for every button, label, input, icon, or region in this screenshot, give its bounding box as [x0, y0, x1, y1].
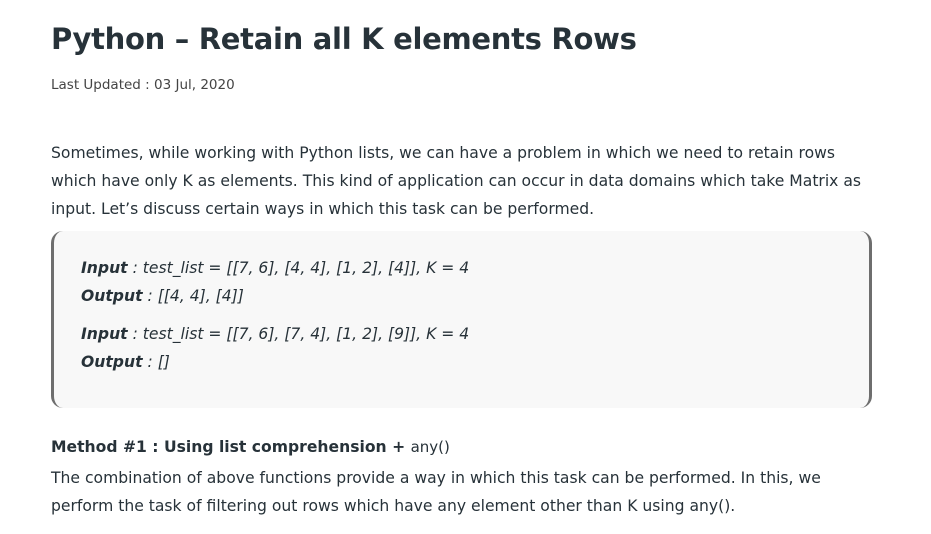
output-value: : [[4, 4], [4]]: [142, 287, 244, 305]
input-value: : test_list = [[7, 6], [4, 4], [1, 2], […: [127, 259, 470, 277]
output-value: : []: [142, 353, 170, 371]
input-label: Input: [81, 325, 128, 343]
method-paragraph: The combination of above functions provi…: [51, 464, 876, 520]
input-value: : test_list = [[7, 6], [7, 4], [1, 2], […: [127, 325, 470, 343]
intro-paragraph: Sometimes, while working with Python lis…: [51, 144, 862, 218]
example-input-2: Input : test_list = [[7, 6], [7, 4], [1,…: [81, 325, 469, 343]
method-heading-code: any(): [410, 438, 450, 456]
method-text-after: .: [730, 497, 736, 515]
last-updated: Last Updated : 03 Jul, 2020: [51, 77, 235, 93]
output-label: Output: [81, 353, 143, 371]
method-inline-code: any(): [689, 497, 731, 515]
page-title: Python – Retain all K elements Rows: [51, 22, 637, 56]
example-output-2: Output : []: [81, 353, 170, 371]
example-output-1: Output : [[4, 4], [4]]: [81, 287, 244, 305]
method-heading: Method #1 : Using list comprehension + a…: [51, 438, 450, 456]
example-blockquote: Input : test_list = [[7, 6], [4, 4], [1,…: [51, 231, 872, 408]
method-heading-text: Method #1 : Using list comprehension +: [51, 438, 411, 456]
example-input-1: Input : test_list = [[7, 6], [4, 4], [1,…: [81, 259, 469, 277]
output-label: Output: [81, 287, 143, 305]
input-label: Input: [81, 259, 128, 277]
